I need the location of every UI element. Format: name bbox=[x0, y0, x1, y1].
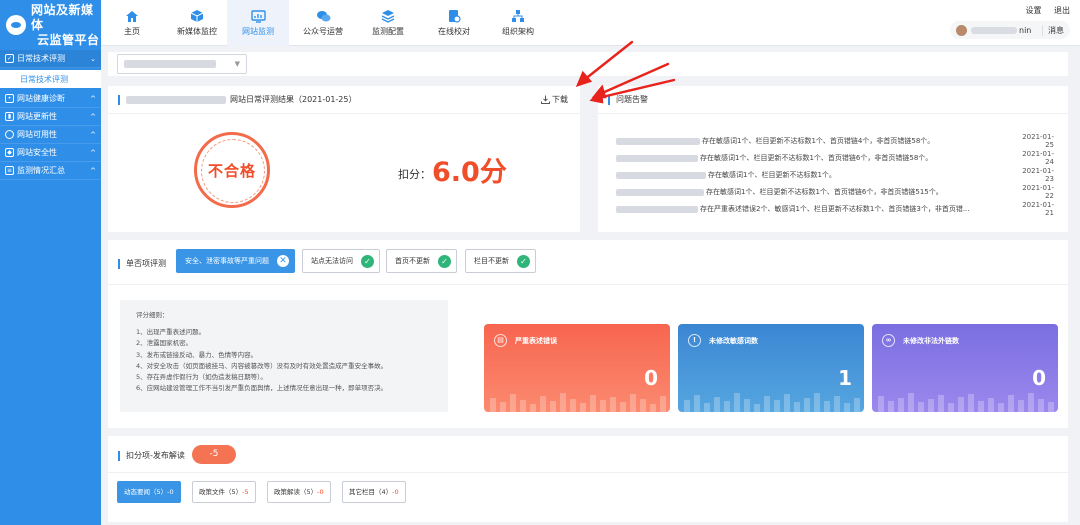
top-links: 设置 退出 bbox=[1015, 5, 1070, 16]
link-icon: ∞ bbox=[882, 334, 895, 347]
tab-wechat-ops[interactable]: 公众号运营 bbox=[295, 0, 351, 46]
sidebar-group-availability[interactable]: 网站可用性 ^ bbox=[0, 126, 101, 144]
sidebar-group-summary[interactable]: ≡ 监测情况汇总 ^ bbox=[0, 162, 101, 180]
sidebar-group-security[interactable]: ◆ 网站安全性 ^ bbox=[0, 144, 101, 162]
tab-org-structure[interactable]: 组织架构 bbox=[491, 0, 545, 46]
sidebar-item-daily-eval[interactable]: 日常技术评测 bbox=[0, 70, 101, 88]
tab-new-media[interactable]: 新媒体监控 bbox=[167, 0, 227, 46]
download-button[interactable]: 下载 bbox=[541, 94, 568, 105]
decorative-bars bbox=[684, 393, 860, 412]
site-select[interactable]: ▼ bbox=[117, 54, 247, 74]
proofread-icon bbox=[446, 9, 462, 23]
tab-other-columns[interactable]: 其它栏目（4）-0 bbox=[342, 481, 406, 503]
user-icon: • bbox=[5, 94, 14, 103]
user-box[interactable]: nin 消息 bbox=[950, 21, 1070, 39]
scoring-rules: 评分细则： 1、出现严重表述问题。 2、泄露国家机密。 3、发布或链接反动、暴力… bbox=[120, 300, 448, 412]
deduction-badge: -5 bbox=[192, 445, 236, 464]
single-veto-title: 单否项评测 bbox=[126, 259, 166, 268]
avatar bbox=[956, 24, 967, 36]
single-veto-card: 单否项评测 安全、泄密事故等严重问题 ✕ 站点无法访问 ✓ 首页不更新 ✓ 栏目… bbox=[108, 240, 1068, 428]
blurred-site-name bbox=[126, 95, 226, 104]
brand-line-1: 网站及新媒体 bbox=[31, 2, 94, 32]
brand-logo[interactable]: 网站及新媒体 云监管平台 bbox=[0, 0, 101, 50]
score-value: 6.0分 bbox=[432, 157, 507, 188]
deduction-title: 扣分项-发布解读 bbox=[126, 451, 185, 460]
chevron-up-icon: ^ bbox=[90, 112, 96, 121]
list-icon: ≡ bbox=[5, 166, 14, 175]
org-chart-icon bbox=[510, 9, 526, 23]
chevron-up-icon: ^ bbox=[90, 94, 96, 103]
result-title: 网站日常评测结果（2021-01-25） bbox=[230, 95, 357, 104]
problem-alerts-card: 问题告警 存在敏感词1个、栏目更新不达标数1个、首页错链4个，非首页错链58个。… bbox=[598, 86, 1068, 232]
check-icon: ✓ bbox=[361, 254, 374, 268]
sidebar-group-update[interactable]: ▮ 网站更新性 ^ bbox=[0, 108, 101, 126]
sidebar: 网站及新媒体 云监管平台 ✓ 日常技术评测 ⌄ 日常技术评测 • 网站健康诊断 … bbox=[0, 0, 101, 525]
username-suffix: nin bbox=[1019, 25, 1032, 35]
shield-icon: ◆ bbox=[5, 148, 14, 157]
tab-policy-docs[interactable]: 政策文件（5）-5 bbox=[192, 481, 256, 503]
settings-link[interactable]: 设置 bbox=[1025, 6, 1041, 15]
veto-chip-homepage-stale[interactable]: 首页不更新 ✓ bbox=[386, 249, 457, 273]
alert-row[interactable]: 存在敏感词1个、栏目更新不达标数1个。 2021-01-23 bbox=[616, 167, 1054, 183]
check-circle-icon: ✓ bbox=[5, 54, 14, 63]
alerts-title: 问题告警 bbox=[616, 95, 648, 104]
fail-stamp: 不合格 bbox=[194, 132, 270, 208]
chevron-down-icon: ⌄ bbox=[90, 54, 96, 63]
veto-chip-security[interactable]: 安全、泄密事故等严重问题 ✕ bbox=[176, 249, 295, 273]
monitor-icon bbox=[250, 9, 266, 23]
alert-row[interactable]: 存在严重表述错误2个、敏感词1个、栏目更新不达标数1个、首页错链3个，非首页错.… bbox=[616, 201, 1054, 217]
circle-icon bbox=[5, 130, 14, 139]
messages-link[interactable]: 消息 bbox=[1042, 24, 1064, 36]
decorative-bars bbox=[490, 393, 666, 412]
decorative-bars bbox=[878, 393, 1054, 412]
sidebar-group-daily-eval[interactable]: ✓ 日常技术评测 ⌄ bbox=[0, 50, 101, 68]
download-icon bbox=[541, 95, 550, 104]
chevron-up-icon: ^ bbox=[90, 148, 96, 157]
tab-monitor-config[interactable]: 监测配置 bbox=[361, 0, 415, 46]
chart-icon: ▮ bbox=[5, 112, 14, 121]
warning-icon: ! bbox=[688, 334, 701, 347]
layers-icon bbox=[380, 9, 396, 23]
chevron-up-icon: ^ bbox=[90, 130, 96, 139]
chevron-down-icon: ▼ bbox=[234, 60, 240, 68]
sidebar-group-health[interactable]: • 网站健康诊断 ^ bbox=[0, 90, 101, 108]
alert-row[interactable]: 存在敏感词1个、栏目更新不达标数1个、首页错链6个，非首页错链58个。 2021… bbox=[616, 150, 1054, 166]
check-icon: ✓ bbox=[438, 254, 451, 268]
blurred-username bbox=[971, 26, 1017, 34]
evaluation-result-card: 网站日常评测结果（2021-01-25） 下载 不合格 扣分： 6.0分 bbox=[108, 86, 580, 232]
stat-unfixed-sensitive-words[interactable]: ! 未修改敏感词数 1 bbox=[678, 324, 864, 412]
alert-row[interactable]: 存在敏感词1个、栏目更新不达标数1个、首页错链6个，非首页错链515个。 202… bbox=[616, 184, 1054, 200]
tab-dynamic-news[interactable]: 动态要闻（5）-0 bbox=[117, 481, 181, 503]
site-select-bar: ▼ bbox=[108, 52, 1068, 76]
logout-link[interactable]: 退出 bbox=[1054, 6, 1070, 15]
close-icon: ✕ bbox=[277, 255, 289, 267]
alert-row[interactable]: 存在敏感词1个、栏目更新不达标数1个、首页错链4个，非首页错链58个。 2021… bbox=[616, 133, 1054, 149]
document-icon: ▤ bbox=[494, 334, 507, 347]
tab-site-monitor[interactable]: 网站监测 bbox=[227, 0, 289, 46]
chevron-up-icon: ^ bbox=[90, 166, 96, 175]
brand-logo-icon bbox=[6, 15, 26, 35]
top-nav: 主页 新媒体监控 网站监测 公众号运营 监测配置 在线校对 组织架构 设置 退出… bbox=[101, 0, 1080, 46]
brand-line-2: 云监管平台 bbox=[37, 32, 100, 47]
stat-unfixed-illegal-links[interactable]: ∞ 未修改非法外链数 0 bbox=[872, 324, 1058, 412]
tab-online-proofread[interactable]: 在线校对 bbox=[427, 0, 481, 46]
veto-chip-column-stale[interactable]: 栏目不更新 ✓ bbox=[465, 249, 536, 273]
home-icon bbox=[124, 9, 140, 23]
blurred-site-name bbox=[124, 60, 216, 68]
wechat-icon bbox=[315, 9, 331, 23]
tab-policy-interpretation[interactable]: 政策解读（5）-0 bbox=[267, 481, 331, 503]
deduction-card: 扣分项-发布解读 -5 动态要闻（5）-0 政策文件（5）-5 政策解读（5）-… bbox=[108, 436, 1068, 522]
cube-icon bbox=[189, 9, 205, 23]
tab-home[interactable]: 主页 bbox=[111, 0, 153, 46]
stat-serious-errors[interactable]: ▤ 严重表述错误 0 bbox=[484, 324, 670, 412]
check-icon: ✓ bbox=[517, 254, 530, 268]
score-label: 扣分： bbox=[398, 168, 431, 181]
veto-chip-unreachable[interactable]: 站点无法访问 ✓ bbox=[302, 249, 380, 273]
